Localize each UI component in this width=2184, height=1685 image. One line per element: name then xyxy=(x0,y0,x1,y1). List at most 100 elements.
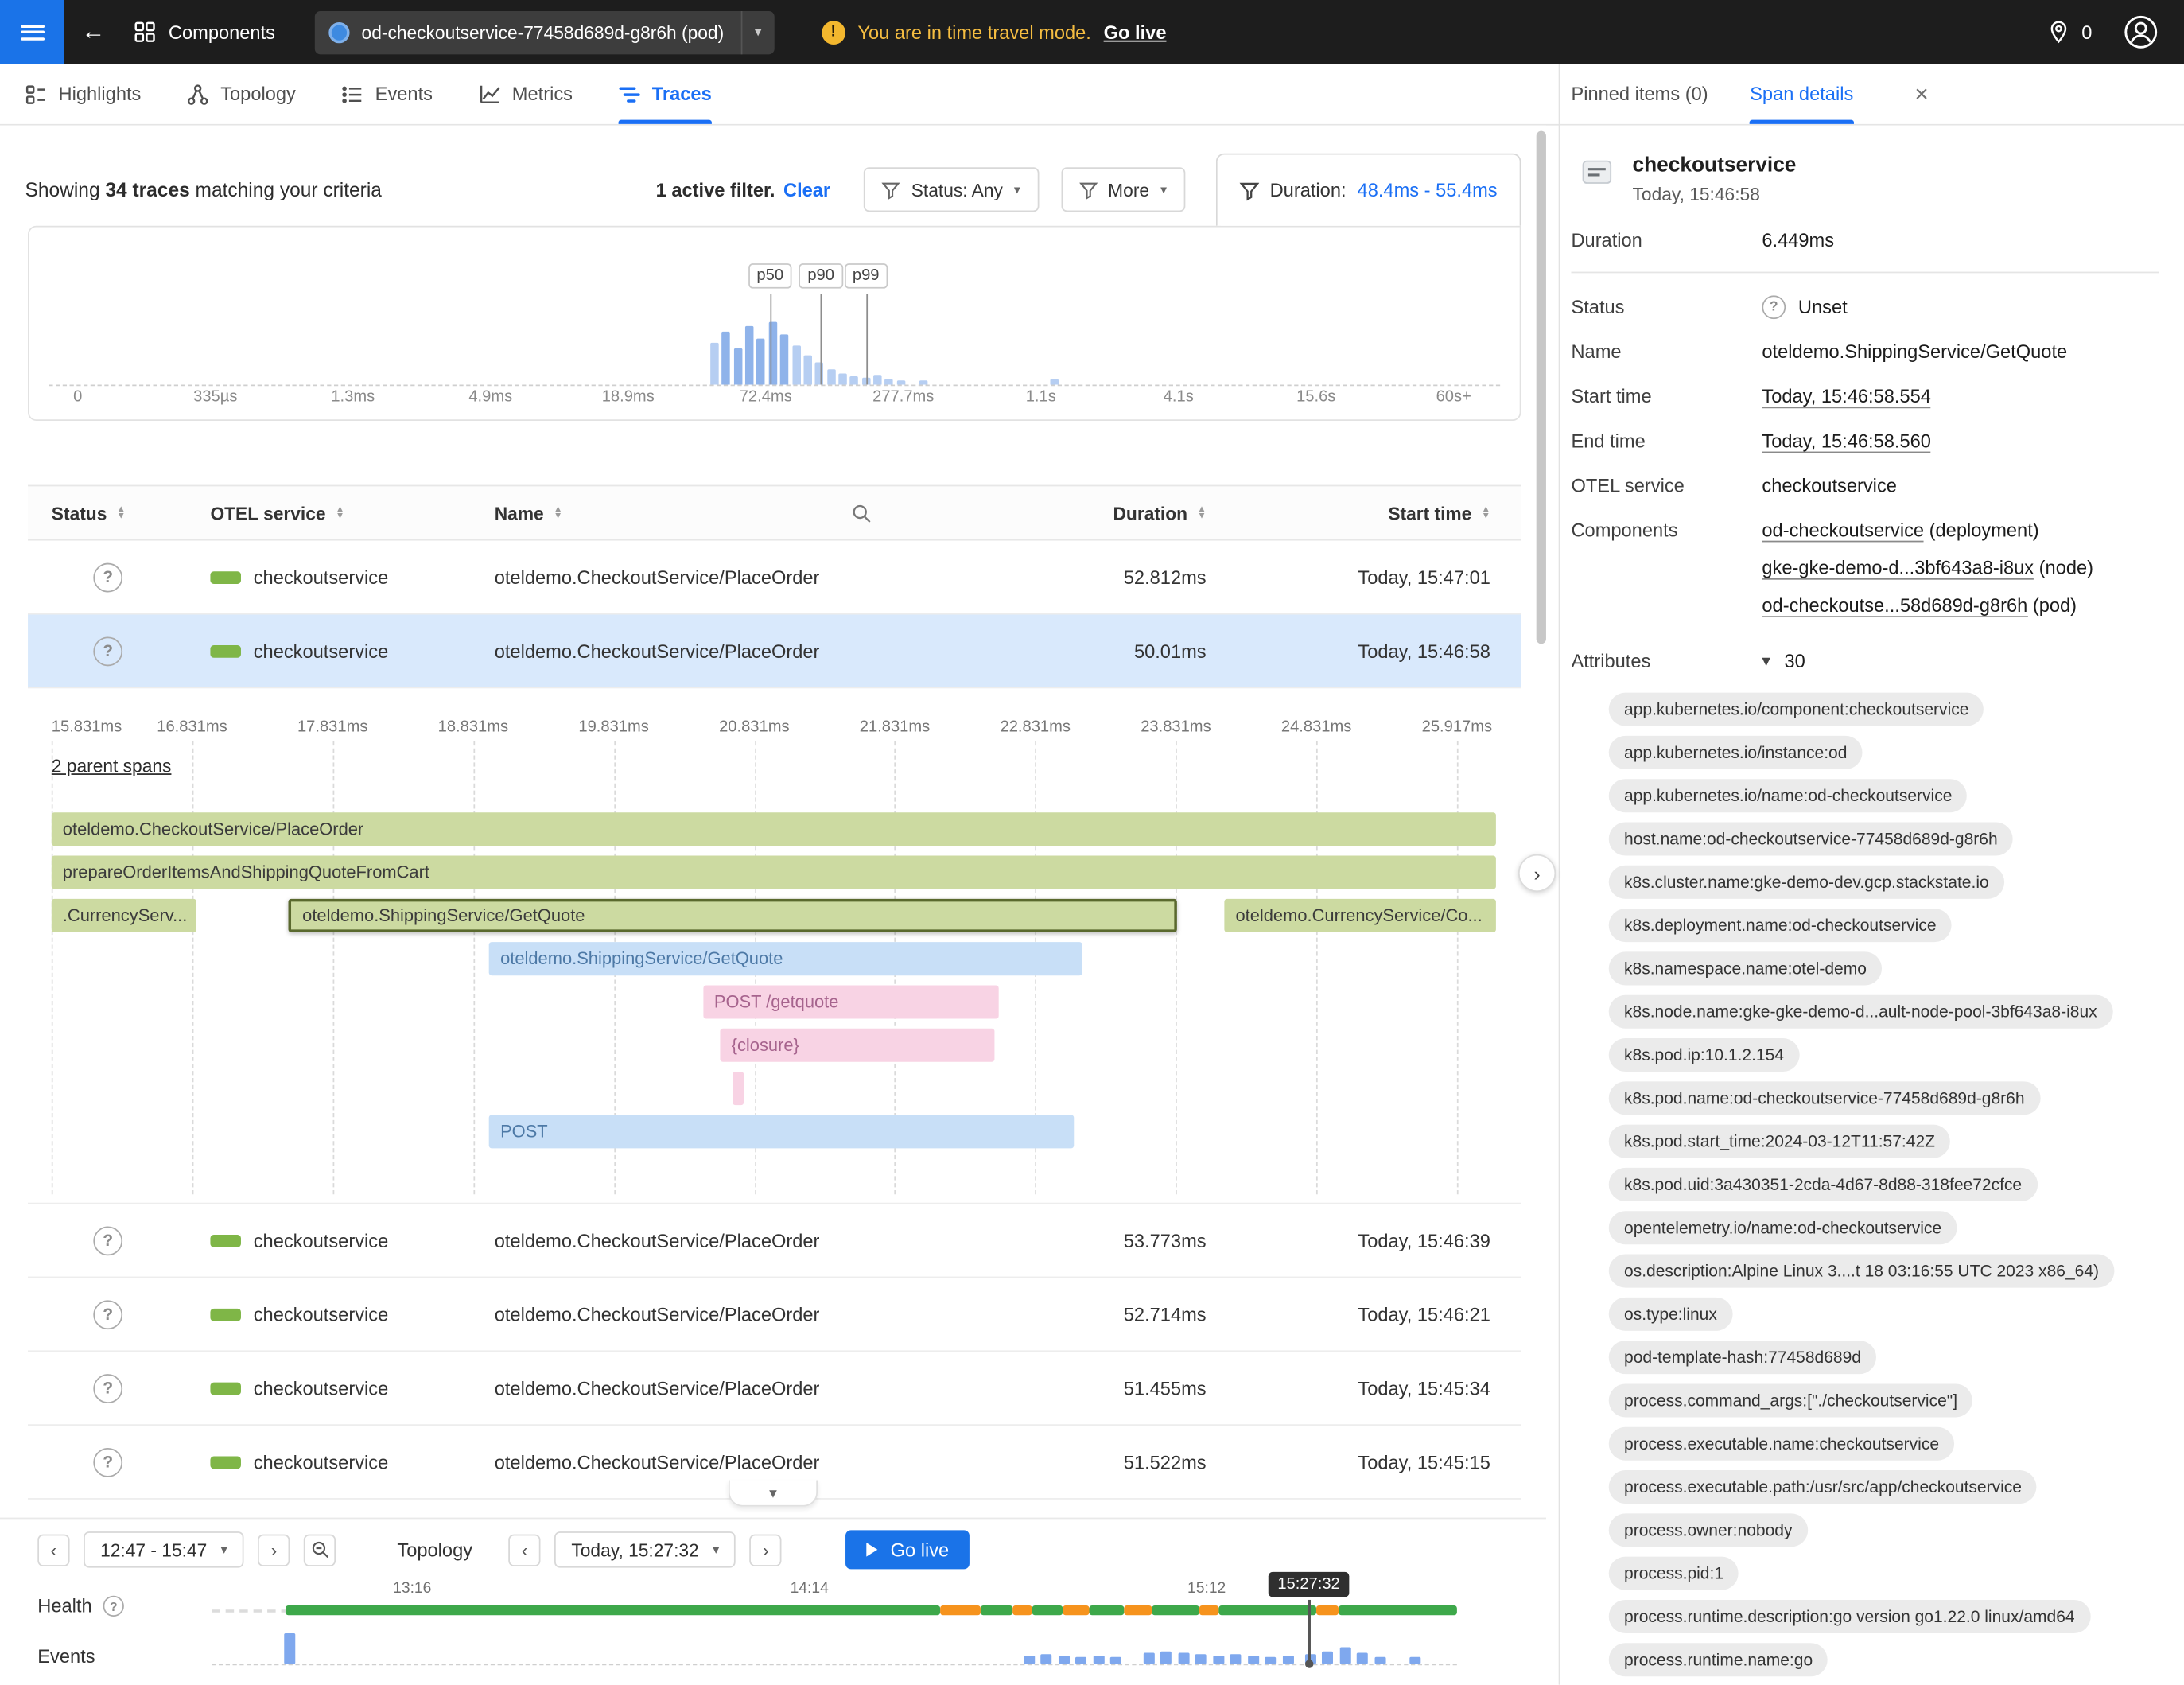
gantt-span[interactable]: .CurrencyServ... xyxy=(52,899,196,932)
start-time-link[interactable]: Today, 15:46:58.554 xyxy=(1762,386,1931,408)
chevron-down-icon[interactable]: ▾ xyxy=(1762,648,1770,675)
attribute-pill[interactable]: process.executable.path:/usr/src/app/che… xyxy=(1609,1470,2037,1504)
pin-icon[interactable] xyxy=(2047,20,2073,45)
attribute-pill[interactable]: k8s.deployment.name:od-checkoutservice xyxy=(1609,909,1952,942)
tab-events[interactable]: Events xyxy=(342,64,433,124)
clear-filters-link[interactable]: Clear xyxy=(783,179,830,200)
column-header-name[interactable]: Name ▲▼ xyxy=(473,502,938,523)
time-range-dropdown[interactable]: 12:47 - 15:47 ▾ xyxy=(84,1531,244,1568)
attribute-pill[interactable]: app.kubernetes.io/name:od-checkoutservic… xyxy=(1609,779,1968,812)
column-header-start-time[interactable]: Start time ▲▼ xyxy=(1218,502,1521,523)
more-filters-dropdown[interactable]: More ▾ xyxy=(1061,167,1185,212)
event-bar xyxy=(1111,1657,1122,1664)
sort-icon[interactable]: ▲▼ xyxy=(336,505,344,520)
service-health-indicator xyxy=(210,1456,241,1469)
component-link[interactable]: od-checkoutservice xyxy=(1762,520,1924,542)
go-live-button[interactable]: Go live xyxy=(846,1530,970,1569)
menu-button[interactable] xyxy=(0,0,64,64)
attribute-pill[interactable]: process.command_args:["./checkoutservice… xyxy=(1609,1383,1973,1417)
trace-table-row[interactable]: ?checkoutserviceoteldemo.CheckoutService… xyxy=(28,1278,1521,1352)
attribute-pill[interactable]: app.kubernetes.io/component:checkoutserv… xyxy=(1609,693,1984,726)
tab-highlights[interactable]: Highlights xyxy=(25,64,142,124)
component-link[interactable]: od-checkoutse...58d689d-g8r6h xyxy=(1762,595,2027,617)
attribute-pill[interactable]: k8s.pod.uid:3a430351-2cda-4d67-8d88-318f… xyxy=(1609,1168,2038,1201)
gantt-time-label: 21.831ms xyxy=(860,719,930,736)
attribute-pill[interactable]: process.runtime.name:go xyxy=(1609,1643,1828,1676)
panel-collapse-button[interactable]: › xyxy=(1518,854,1556,892)
tab-metrics[interactable]: Metrics xyxy=(479,64,573,124)
attribute-pill[interactable]: process.executable.name:checkoutservice xyxy=(1609,1427,1955,1461)
sort-icon[interactable]: ▲▼ xyxy=(554,505,562,520)
column-header-status[interactable]: Status ▲▼ xyxy=(28,502,185,523)
attribute-pill[interactable]: k8s.pod.ip:10.1.2.154 xyxy=(1609,1038,1800,1072)
attribute-pill[interactable]: k8s.cluster.name:gke-demo-dev.gcp.stacks… xyxy=(1609,866,2004,899)
collapse-trace-button[interactable]: ▾ xyxy=(729,1480,818,1506)
time-range-next-button[interactable]: › xyxy=(258,1534,290,1566)
attribute-pill[interactable]: k8s.namespace.name:otel-demo xyxy=(1609,951,1882,985)
more-filter-label: More xyxy=(1108,179,1149,200)
field-value: oteldemo.ShippingService/GetQuote xyxy=(1762,339,2067,365)
gantt-span[interactable]: {closure} xyxy=(721,1029,995,1062)
time-range-prev-button[interactable]: ‹ xyxy=(37,1534,69,1566)
column-header-duration[interactable]: Duration ▲▼ xyxy=(938,502,1217,523)
trace-table-row[interactable]: ?checkoutserviceoteldemo.CheckoutService… xyxy=(28,614,1521,688)
tab-traces[interactable]: Traces xyxy=(619,64,712,124)
gantt-span[interactable]: oteldemo.CheckoutService/PlaceOrder xyxy=(52,812,1496,846)
attribute-pill[interactable]: pod-template-hash:77458d689d xyxy=(1609,1341,1876,1374)
gantt-span[interactable]: POST xyxy=(489,1115,1075,1148)
histogram-plot[interactable]: p50p90p99 xyxy=(49,228,1500,387)
duration-histogram[interactable]: p50p90p99 0335µs1.3ms4.9ms18.9ms72.4ms27… xyxy=(28,226,1521,421)
timestamp-dropdown[interactable]: Today, 15:27:32 ▾ xyxy=(554,1531,736,1568)
search-icon[interactable] xyxy=(851,502,872,523)
tab-span-details[interactable]: Span details xyxy=(1750,64,1853,124)
user-avatar[interactable] xyxy=(2123,14,2159,51)
attribute-pill[interactable]: os.type:linux xyxy=(1609,1298,1732,1331)
gantt-span[interactable]: oteldemo.ShippingService/GetQuote xyxy=(489,942,1082,975)
trace-table-row[interactable]: ?checkoutserviceoteldemo.CheckoutService… xyxy=(28,1352,1521,1426)
attribute-pill[interactable]: os.description:Alpine Linux 3....t 18 03… xyxy=(1609,1255,2115,1288)
sort-icon[interactable]: ▲▼ xyxy=(117,505,126,520)
gantt-span[interactable]: oteldemo.ShippingService/GetQuote xyxy=(289,899,1177,932)
timeline-chart[interactable]: 13:1614:1415:12 15:27:32 xyxy=(212,1572,1457,1681)
help-icon[interactable]: ? xyxy=(103,1596,124,1617)
attribute-pill[interactable]: process.owner:nobody xyxy=(1609,1513,1808,1547)
back-button[interactable]: ← xyxy=(64,18,123,46)
tab-topology[interactable]: Topology xyxy=(187,64,296,124)
trace-table-row[interactable]: ?checkoutserviceoteldemo.CheckoutService… xyxy=(28,541,1521,615)
attribute-pill[interactable]: process.runtime.description:go version g… xyxy=(1609,1600,2090,1633)
trace-table-row[interactable]: ?checkoutserviceoteldemo.CheckoutService… xyxy=(28,1204,1521,1278)
gantt-span[interactable]: oteldemo.CurrencyService/Co... xyxy=(1224,899,1495,932)
attribute-pill[interactable]: app.kubernetes.io/instance:od xyxy=(1609,736,1863,769)
field-label: OTEL service xyxy=(1571,473,1762,499)
gantt-span[interactable] xyxy=(733,1072,744,1105)
attribute-pill[interactable]: host.name:od-checkoutservice-77458d689d-… xyxy=(1609,823,2013,856)
status-filter-dropdown[interactable]: Status: Any ▾ xyxy=(864,167,1038,212)
parent-spans-link[interactable]: 2 parent spans xyxy=(52,755,172,776)
pod-selector-dropdown[interactable]: od-checkoutservice-77458d689d-g8r6h (pod… xyxy=(314,10,774,53)
component-link[interactable]: gke-gke-demo-d...3bf643a8-i8ux xyxy=(1762,558,2034,580)
sort-icon[interactable]: ▲▼ xyxy=(1482,505,1490,520)
go-live-link[interactable]: Go live xyxy=(1104,21,1167,42)
attribute-pill[interactable]: k8s.node.name:gke-gke-demo-d...ault-node… xyxy=(1609,995,2112,1029)
zoom-out-button[interactable] xyxy=(304,1534,336,1566)
attribute-pill[interactable]: process.pid:1 xyxy=(1609,1557,1739,1590)
tab-pinned-items[interactable]: Pinned items (0) xyxy=(1571,64,1708,124)
play-icon xyxy=(867,1543,878,1557)
attribute-pill[interactable]: k8s.pod.start_time:2024-03-12T11:57:42Z xyxy=(1609,1125,1951,1158)
gantt-span[interactable]: POST /getquote xyxy=(703,985,999,1018)
attribute-pill[interactable]: opentelemetry.io/name:od-checkoutservice xyxy=(1609,1211,1957,1244)
attribute-pill[interactable]: k8s.pod.name:od-checkoutservice-77458d68… xyxy=(1609,1081,2040,1115)
timestamp-next-button[interactable]: › xyxy=(750,1534,782,1566)
duration-filter[interactable]: Duration: 48.4ms - 55.4ms xyxy=(1215,154,1521,226)
close-icon[interactable]: × xyxy=(1914,64,1928,124)
end-time-link[interactable]: Today, 15:46:58.560 xyxy=(1762,430,1931,453)
gantt-span[interactable]: prepareOrderItemsAndShippingQuoteFromCar… xyxy=(52,856,1496,889)
chevron-down-icon[interactable]: ▾ xyxy=(740,10,774,53)
components-nav-button[interactable]: Components xyxy=(134,21,275,43)
highlights-icon xyxy=(25,83,48,105)
sort-icon[interactable]: ▲▼ xyxy=(1197,505,1206,520)
timestamp-prev-button[interactable]: ‹ xyxy=(509,1534,541,1566)
topbar-right: 0 xyxy=(2047,14,2184,51)
column-header-otel-service[interactable]: OTEL service ▲▼ xyxy=(185,502,474,523)
vertical-scrollbar[interactable] xyxy=(1537,131,1546,644)
